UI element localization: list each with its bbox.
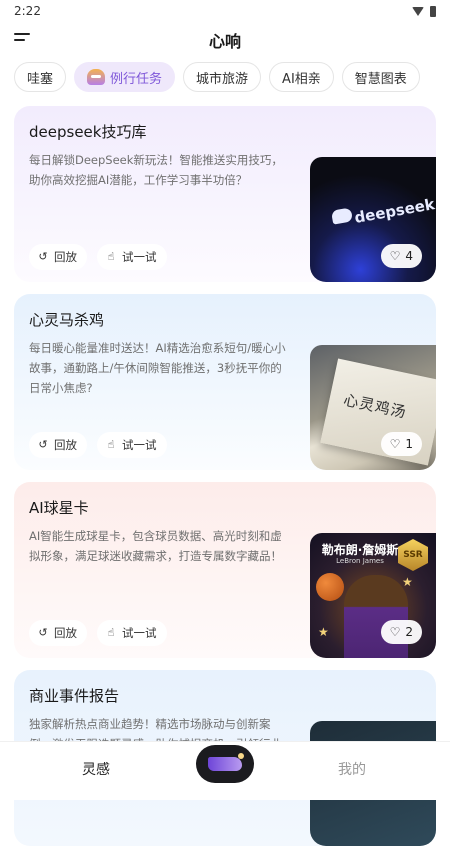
- history-icon: ↺: [38, 626, 48, 639]
- card-description: 每日暖心能量准时送达！AI精选治愈系短句/暖心小故事，通勤路上/午休间隙智能推送…: [29, 341, 286, 395]
- tab-label: AI相亲: [282, 71, 321, 87]
- status-icons: [412, 5, 436, 17]
- tab-ai-dating[interactable]: AI相亲: [269, 62, 334, 92]
- category-tabs: 哇塞 例行任务 城市旅游 AI相亲 智慧图表: [14, 62, 450, 94]
- tab-city-travel[interactable]: 城市旅游: [183, 62, 262, 92]
- basket-icon: [87, 69, 106, 85]
- try-button[interactable]: ☝ 试一试: [97, 620, 167, 646]
- card-title: AI球星卡: [29, 499, 89, 517]
- heart-icon: ♡: [389, 625, 401, 639]
- pointer-icon: ☝: [107, 438, 115, 451]
- try-label: 试一试: [122, 438, 157, 452]
- like-button[interactable]: ♡ 2: [380, 620, 422, 644]
- tab-wasai[interactable]: 哇塞: [14, 62, 67, 92]
- app-title: 心响: [208, 32, 241, 51]
- like-button[interactable]: ♡ 4: [380, 244, 422, 268]
- task-card-heart-massage[interactable]: 心灵马杀鸡 每日暖心能量准时送达！AI精选治愈系短句/暖心小故事，通勤路上/午休…: [14, 294, 436, 470]
- bottom-nav: 灵感 我的: [0, 741, 450, 800]
- nav-create-button[interactable]: [196, 745, 254, 783]
- card-thumbnail[interactable]: 勒布朗·詹姆斯 LeBron James SSR ★ ★ ♡ 2: [310, 533, 436, 658]
- tab-label: 哇塞: [27, 71, 54, 87]
- battery-icon: [430, 5, 436, 17]
- card-description: AI智能生成球星卡，包含球员数据、高光时刻和虚拟形象，满足球迷收藏需求，打造专属…: [29, 529, 282, 563]
- tab-smart-charts[interactable]: 智慧图表: [341, 62, 420, 92]
- card-title: 商业事件报告: [29, 687, 120, 705]
- pointer-icon: ☝: [107, 250, 115, 263]
- wifi-icon: [412, 6, 424, 16]
- card-thumbnail[interactable]: deepseek ♡ 4: [310, 157, 436, 282]
- task-card-deepseek[interactable]: deepseek技巧库 每日解锁DeepSeek新玩法！智能推送实用技巧，助你高…: [14, 106, 436, 282]
- top-bar: 心响: [0, 22, 450, 56]
- tab-label: 城市旅游: [196, 71, 249, 87]
- card-thumbnail[interactable]: 心灵鸡汤 ♡ 1: [310, 345, 436, 470]
- star-icon: ★: [402, 575, 413, 589]
- status-bar: 2:22: [0, 0, 450, 22]
- replay-button[interactable]: ↺ 回放: [29, 620, 87, 646]
- like-count: 4: [405, 249, 413, 263]
- try-label: 试一试: [122, 250, 157, 264]
- whale-logo-icon: [330, 207, 354, 225]
- like-count: 2: [405, 625, 413, 639]
- task-card-ai-player-card[interactable]: AI球星卡 AI智能生成球星卡，包含球员数据、高光时刻和虚拟形象，满足球迷收藏需…: [14, 482, 436, 658]
- try-button[interactable]: ☝ 试一试: [97, 244, 167, 270]
- card-actions: ↺ 回放 ☝ 试一试: [29, 432, 167, 458]
- tab-label: 例行任务: [110, 71, 163, 87]
- history-icon: ↺: [38, 250, 48, 263]
- card-actions: ↺ 回放 ☝ 试一试: [29, 244, 167, 270]
- replay-label: 回放: [54, 626, 77, 640]
- nav-mine[interactable]: 我的: [338, 759, 366, 779]
- heart-icon: ♡: [389, 437, 401, 451]
- magic-lamp-icon: [208, 753, 244, 771]
- card-actions: ↺ 回放 ☝ 试一试: [29, 620, 167, 646]
- tab-label: 智慧图表: [354, 71, 407, 87]
- history-icon: ↺: [38, 438, 48, 451]
- like-button[interactable]: ♡ 1: [380, 432, 422, 456]
- badge-label: SSR: [403, 550, 423, 560]
- thumbnail-text: deepseek: [353, 195, 436, 227]
- try-label: 试一试: [122, 626, 157, 640]
- status-time: 2:22: [14, 4, 41, 18]
- like-count: 1: [405, 437, 413, 451]
- heart-icon: ♡: [389, 249, 401, 263]
- replay-label: 回放: [54, 250, 77, 264]
- card-description: 每日解锁DeepSeek新玩法！智能推送实用技巧，助你高效挖掘AI潜能，工作学习…: [29, 153, 283, 187]
- try-button[interactable]: ☝ 试一试: [97, 432, 167, 458]
- replay-button[interactable]: ↺ 回放: [29, 432, 87, 458]
- thumbnail-subtext: LeBron James: [336, 557, 384, 565]
- star-icon: ★: [318, 625, 329, 639]
- replay-button[interactable]: ↺ 回放: [29, 244, 87, 270]
- player-illustration: [344, 575, 408, 658]
- nav-inspiration[interactable]: 灵感: [82, 759, 110, 779]
- thumbnail-text: 心灵鸡汤: [341, 390, 409, 422]
- thumbnail-text: 勒布朗·詹姆斯: [321, 543, 399, 557]
- pointer-icon: ☝: [107, 626, 115, 639]
- replay-label: 回放: [54, 438, 77, 452]
- basketball-icon: [316, 573, 344, 601]
- tab-routine-tasks[interactable]: 例行任务: [74, 62, 176, 92]
- card-title: deepseek技巧库: [29, 123, 147, 141]
- card-title: 心灵马杀鸡: [29, 311, 105, 329]
